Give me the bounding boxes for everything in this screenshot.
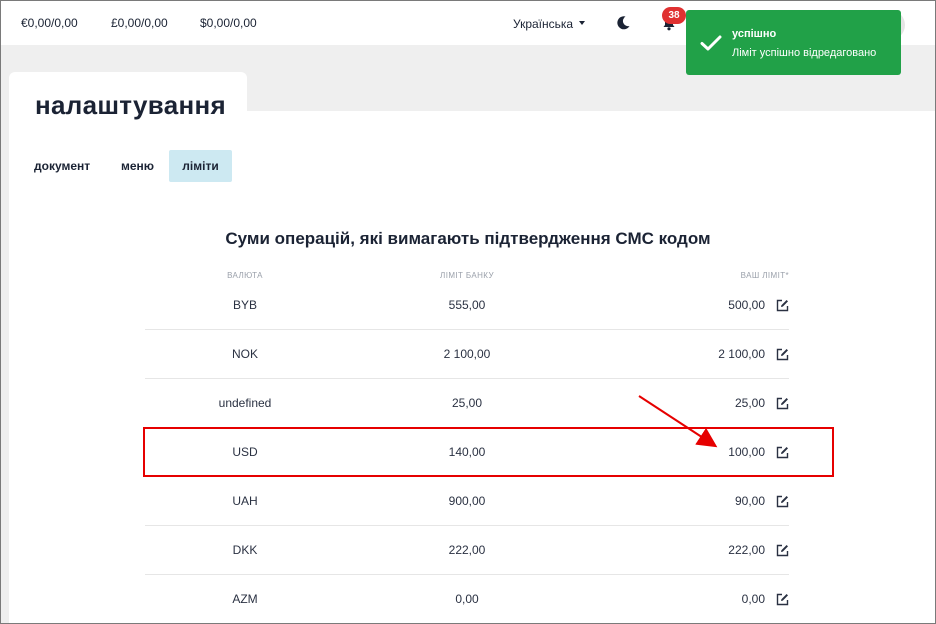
your-limit-cell: 2 100,00 — [718, 347, 765, 361]
check-icon — [700, 35, 722, 51]
page-title: налаштування — [35, 90, 226, 120]
header-currency: ВАЛЮТА — [227, 271, 263, 280]
edit-icon[interactable] — [776, 495, 789, 508]
currency-cell: NOK — [231, 347, 258, 361]
bank-limit-cell: 555,00 — [448, 298, 486, 312]
chevron-down-icon[interactable] — [579, 21, 585, 25]
balance-usd[interactable]: $0,00/0,00 — [200, 16, 257, 30]
balance-gbp[interactable]: £0,00/0,00 — [111, 16, 168, 30]
table-row: BYB 555,00 500,00 — [145, 281, 789, 330]
currency-cell: UAH — [232, 494, 258, 508]
currency-cell: BYB — [232, 298, 257, 312]
your-limit-cell: 100,00 — [728, 445, 765, 459]
your-limit-cell: 25,00 — [734, 396, 765, 410]
edit-icon[interactable] — [776, 299, 789, 312]
edit-icon[interactable] — [776, 348, 789, 361]
currency-cell: DKK — [232, 543, 258, 557]
currency-cell: undefined — [218, 396, 272, 410]
your-limit-cell: 222,00 — [728, 543, 765, 557]
table-row: USD 140,00 100,00 — [145, 428, 789, 477]
your-limit-cell: 500,00 — [728, 298, 765, 312]
edit-icon[interactable] — [776, 593, 789, 606]
success-toast[interactable]: успішно Ліміт успішно відредаговано — [686, 10, 901, 75]
bank-limit-cell: 25,00 — [451, 396, 483, 410]
tab-limits[interactable]: ліміти — [169, 150, 232, 182]
header-bank-limit: ЛІМІТ БАНКУ — [440, 271, 494, 280]
balance-eur[interactable]: €0,00/0,00 — [21, 16, 78, 30]
bank-limit-cell: 140,00 — [448, 445, 486, 459]
language-selector[interactable]: Українська — [513, 17, 573, 31]
your-limit-cell: 0,00 — [741, 592, 765, 606]
edit-icon[interactable] — [776, 397, 789, 410]
table-row: NOK 2 100,00 2 100,00 — [145, 330, 789, 379]
table-row: UAH 900,00 90,00 — [145, 477, 789, 526]
bank-limit-cell: 900,00 — [448, 494, 486, 508]
limits-section-title: Суми операцій, які вимагають підтверджен… — [225, 229, 711, 248]
notification-badge: 38 — [662, 7, 686, 24]
table-row: AZM 0,00 0,00 — [145, 575, 789, 624]
your-limit-cell: 90,00 — [734, 494, 765, 508]
header-your-limit: ВАШ ЛІМІТ* — [740, 271, 789, 280]
tab-document[interactable]: документ — [26, 150, 98, 182]
table-row: DKK 222,00 222,00 — [145, 526, 789, 575]
toast-title: успішно — [732, 28, 777, 40]
edit-icon[interactable] — [776, 544, 789, 557]
currency-cell: USD — [232, 445, 258, 459]
moon-icon[interactable] — [615, 15, 631, 31]
bank-limit-cell: 222,00 — [448, 543, 486, 557]
bank-limit-cell: 0,00 — [455, 592, 479, 606]
tab-menu[interactable]: меню — [113, 150, 162, 182]
bank-limit-cell: 2 100,00 — [443, 347, 491, 361]
table-row: undefined 25,00 25,00 — [145, 379, 789, 428]
toast-message: Ліміт успішно відредаговано — [732, 47, 877, 59]
currency-cell: AZM — [232, 592, 258, 606]
edit-icon[interactable] — [776, 446, 789, 459]
